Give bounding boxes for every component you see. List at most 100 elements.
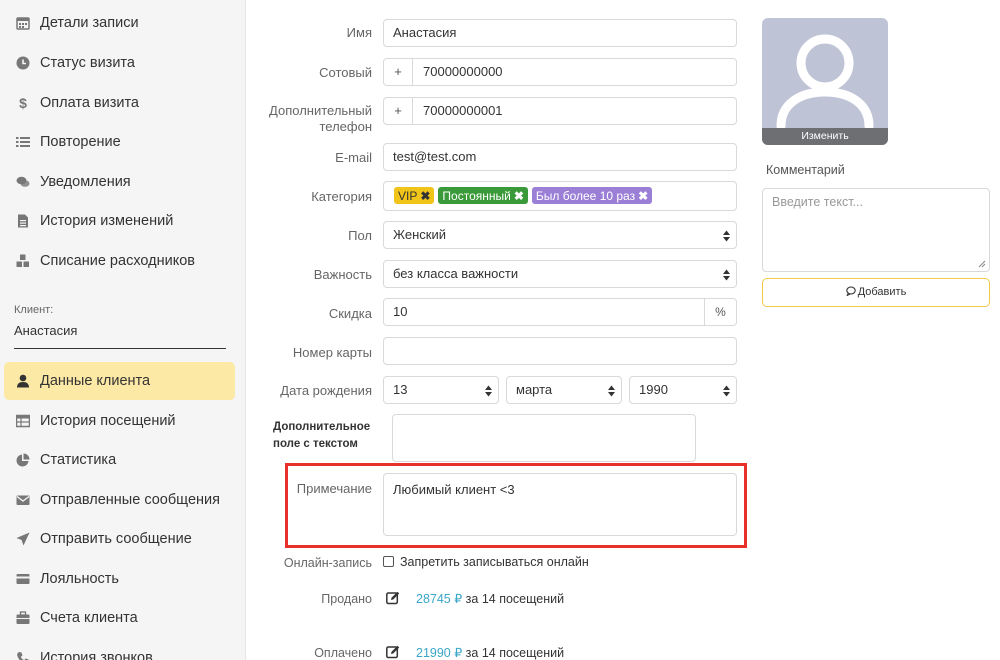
- category-tag-frequent: Был более 10 раз ✖: [531, 187, 653, 204]
- sold-summary: 28745 ₽ за 14 посещений: [416, 591, 564, 606]
- client-name: Анастасия: [14, 323, 226, 349]
- chat-icon: [16, 175, 30, 189]
- email-label: E-mail: [335, 150, 372, 165]
- extra-field-textarea[interactable]: [392, 414, 696, 462]
- paid-label: Оплачено: [314, 646, 372, 660]
- sidebar-item-label: Данные клиента: [40, 373, 151, 389]
- birthday-day-select[interactable]: 13: [383, 376, 499, 404]
- sidebar-item-label: Повторение: [40, 134, 121, 150]
- extra-field-label: Дополнительное поле с текстом: [273, 421, 371, 450]
- sidebar-item-change-history[interactable]: История изменений: [4, 202, 235, 240]
- remove-tag-icon[interactable]: ✖: [638, 189, 648, 203]
- online-booking-label: Онлайн-запись: [283, 556, 372, 570]
- discount-input[interactable]: 10 %: [383, 298, 737, 326]
- comment-icon: [845, 286, 856, 297]
- extra-phone-label: Дополнительный телефон: [269, 103, 372, 134]
- client-label: Клиент:: [14, 304, 54, 316]
- category-tag-vip: VIP ✖: [394, 187, 435, 204]
- gender-value: Женский: [393, 227, 446, 242]
- birthday-label: Дата рождения: [280, 383, 372, 398]
- note-textarea[interactable]: Любимый клиент <3: [383, 473, 737, 536]
- user-icon: [16, 374, 30, 388]
- resize-handle-icon[interactable]: [978, 260, 986, 268]
- sidebar-item-call-history[interactable]: История звонков: [4, 639, 235, 660]
- sidebar-item-loyalty[interactable]: Лояльность: [4, 560, 235, 598]
- sidebar-item-label: Уведомления: [40, 174, 131, 190]
- email-input[interactable]: test@test.com: [383, 143, 737, 171]
- note-value: Любимый клиент <3: [393, 482, 515, 497]
- edit-icon[interactable]: [386, 645, 400, 659]
- sidebar-item-notifications[interactable]: Уведомления: [4, 163, 235, 201]
- sidebar-item-send-message[interactable]: Отправить сообщение: [4, 520, 235, 558]
- document-icon: [16, 214, 30, 228]
- card-input[interactable]: [383, 337, 737, 365]
- name-label: Имя: [346, 25, 372, 40]
- category-label: Категория: [311, 189, 372, 204]
- clock-icon: [16, 56, 30, 70]
- remove-tag-icon[interactable]: ✖: [514, 189, 524, 203]
- sold-suffix: за 14 посещений: [465, 592, 565, 606]
- sidebar-item-label: История изменений: [40, 213, 174, 229]
- sidebar-item-visit-history[interactable]: История посещений: [4, 402, 235, 440]
- select-arrows-icon: [723, 230, 730, 242]
- user-silhouette-icon: [776, 34, 874, 131]
- list-icon: [16, 135, 30, 149]
- sidebar-item-label: Счета клиента: [40, 610, 138, 626]
- sidebar-item-client-invoices[interactable]: Счета клиента: [4, 599, 235, 637]
- sidebar-item-client-data[interactable]: Данные клиента: [4, 362, 235, 400]
- sidebar-item-consumables[interactable]: Списание расходников: [4, 242, 235, 280]
- add-comment-button[interactable]: Добавить: [762, 278, 990, 307]
- comment-title: Комментарий: [766, 163, 845, 177]
- sidebar-item-sent-messages[interactable]: Отправленные сообщения: [4, 481, 235, 519]
- remove-tag-icon[interactable]: ✖: [420, 189, 430, 203]
- category-input[interactable]: VIP ✖ Постоянный ✖ Был более 10 раз ✖: [383, 181, 737, 211]
- gender-label: Пол: [348, 228, 372, 243]
- paid-amount[interactable]: 21990 ₽: [416, 646, 462, 660]
- briefcase-icon: [16, 611, 30, 625]
- card-icon: [16, 572, 30, 586]
- sold-amount[interactable]: 28745 ₽: [416, 592, 462, 606]
- sidebar-item-visit-payment[interactable]: $ Оплата визита: [4, 84, 235, 122]
- sidebar-item-label: Детали записи: [40, 15, 139, 31]
- category-tags: VIP ✖ Постоянный ✖ Был более 10 раз ✖: [394, 187, 656, 204]
- sidebar-item-record-details[interactable]: Детали записи: [4, 4, 235, 42]
- discount-suffix: %: [704, 299, 736, 325]
- forbid-online-checkbox[interactable]: [383, 556, 394, 567]
- mobile-label: Сотовый: [319, 65, 372, 80]
- client-avatar: Изменить: [762, 18, 888, 145]
- sidebar-item-label: Оплата визита: [40, 95, 140, 111]
- sidebar-item-label: Статус визита: [40, 55, 135, 71]
- extra-phone-value: 70000000001: [423, 103, 503, 118]
- pie-chart-icon: [16, 453, 30, 467]
- send-icon: [16, 532, 30, 546]
- note-label: Примечание: [296, 481, 372, 496]
- importance-select[interactable]: без класса важности: [383, 260, 737, 288]
- paid-summary: 21990 ₽ за 14 посещений: [416, 645, 564, 660]
- sidebar-item-label: Списание расходников: [40, 253, 195, 269]
- mobile-value: 70000000000: [423, 64, 503, 79]
- calendar-icon: [16, 16, 30, 30]
- envelope-icon: [16, 493, 30, 507]
- select-arrows-icon: [723, 269, 730, 281]
- birthday-year-select[interactable]: 1990: [629, 376, 737, 404]
- gender-select[interactable]: Женский: [383, 221, 737, 249]
- card-label: Номер карты: [292, 345, 372, 360]
- extra-phone-input[interactable]: + 70000000001: [383, 97, 737, 125]
- comment-textarea[interactable]: Введите текст...: [762, 188, 990, 272]
- sold-label: Продано: [321, 592, 372, 606]
- birthday-month-select[interactable]: марта: [506, 376, 622, 404]
- sidebar-item-repeat[interactable]: Повторение: [4, 123, 235, 161]
- name-input[interactable]: Анастасия: [383, 19, 737, 47]
- extra-phone-prefix: +: [384, 98, 413, 124]
- select-arrows-icon: [723, 385, 730, 397]
- change-photo-button[interactable]: Изменить: [762, 128, 888, 145]
- sidebar-item-statistics[interactable]: Статистика: [4, 441, 235, 479]
- discount-label: Скидка: [328, 306, 372, 321]
- sidebar-item-label: Отправить сообщение: [40, 531, 192, 547]
- edit-icon[interactable]: [386, 591, 400, 605]
- category-tag-regular: Постоянный ✖: [438, 187, 528, 204]
- sidebar-item-visit-status[interactable]: Статус визита: [4, 44, 235, 82]
- cubes-icon: [16, 254, 30, 268]
- mobile-input[interactable]: + 70000000000: [383, 58, 737, 86]
- select-arrows-icon: [485, 385, 492, 397]
